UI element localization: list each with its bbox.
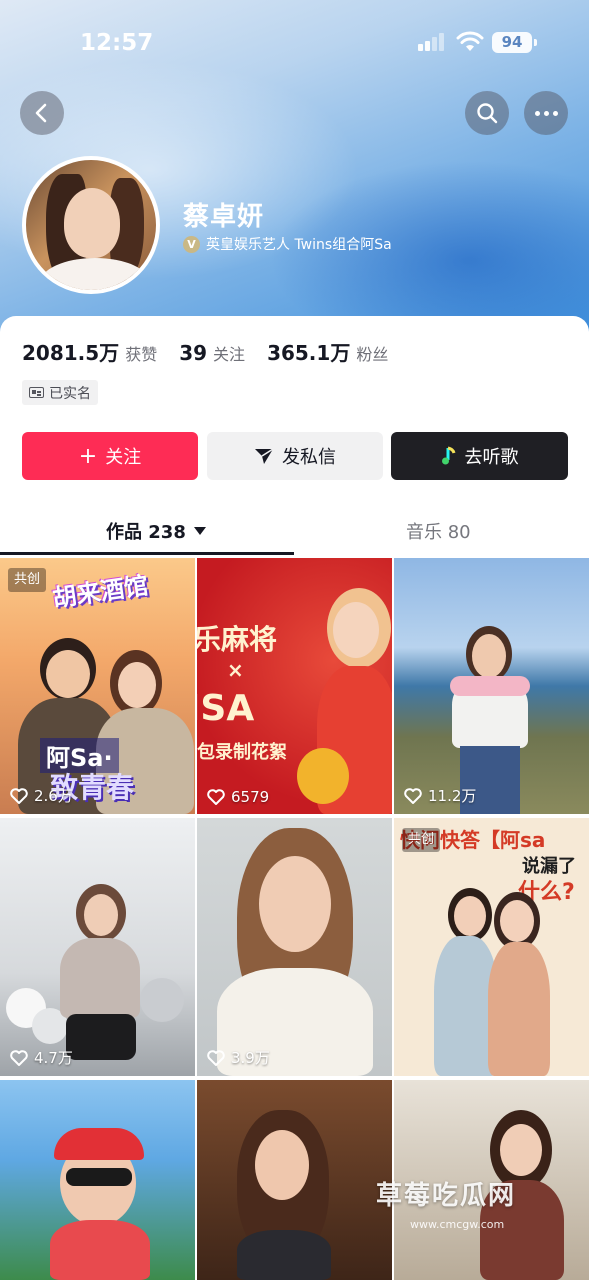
battery-indicator: 94: [492, 32, 537, 53]
video-tile[interactable]: 4.7万: [0, 818, 195, 1076]
stat-following-value: 39: [179, 341, 208, 365]
cellular-signal-icon: [418, 33, 446, 51]
music-note-icon: [441, 446, 455, 465]
search-button[interactable]: [465, 91, 509, 135]
watermark-url: www.cmcgw.com: [410, 1218, 505, 1231]
caret-down-icon[interactable]: [193, 527, 206, 535]
realname-text: 已实名: [49, 385, 91, 402]
heart-icon: [10, 1049, 28, 1066]
heart-icon: [404, 787, 422, 804]
co-create-tag: 共创: [402, 828, 441, 852]
stat-followers[interactable]: 365.1万 粉丝: [267, 337, 388, 366]
video-likes-count: 2.6万: [34, 787, 73, 805]
stat-following-label: 关注: [213, 345, 246, 364]
video-caption: ×: [227, 658, 244, 682]
video-tile[interactable]: 快问快答【阿sa 说漏了 什么? 共创: [394, 818, 589, 1076]
video-caption: ISA: [197, 688, 255, 729]
profile-name: 蔡卓妍: [183, 202, 265, 232]
stat-likes-label: 获赞: [125, 345, 158, 364]
video-likes-count: 3.9万: [231, 1049, 270, 1067]
video-tile[interactable]: 11.2万: [394, 558, 589, 814]
video-title-top: 胡来酒馆: [50, 571, 150, 613]
video-tile[interactable]: [0, 1080, 195, 1280]
follow-button[interactable]: + 关注: [22, 432, 198, 480]
stat-likes[interactable]: 2081.5万 获赞: [22, 337, 157, 366]
stat-likes-value: 2081.5万: [22, 341, 120, 365]
status-bar: 12:57 94: [0, 0, 589, 88]
video-tile[interactable]: [197, 1080, 392, 1280]
co-create-tag: 共创: [8, 568, 47, 592]
listen-music-button[interactable]: 去听歌: [391, 432, 568, 480]
tab-music[interactable]: 音乐 80: [406, 516, 471, 546]
stat-followers-label: 粉丝: [356, 345, 389, 364]
video-caption: 包录制花絮: [197, 742, 287, 763]
realname-badge: 已实名: [22, 380, 98, 405]
verified-badge-icon: V: [183, 235, 200, 253]
avatar[interactable]: [22, 156, 160, 294]
heart-icon: [10, 787, 28, 804]
more-icon: [534, 110, 558, 116]
video-likes: 4.7万: [10, 1047, 73, 1068]
heart-icon: [207, 789, 225, 805]
video-likes: 2.6万: [10, 785, 73, 806]
plus-icon: +: [78, 443, 98, 469]
verification-line: V 英皇娱乐艺人 Twins组合阿Sa: [183, 234, 392, 254]
video-likes-count: 11.2万: [428, 787, 477, 805]
message-button[interactable]: 发私信: [207, 432, 383, 480]
video-tile[interactable]: 胡来酒馆 阿Sa· 致青春 共创 2.6万: [0, 558, 195, 814]
stat-following[interactable]: 39 关注: [179, 341, 245, 365]
video-likes-count: 4.7万: [34, 1049, 73, 1067]
video-likes-count: 6579: [231, 788, 270, 806]
id-card-icon: [29, 387, 44, 398]
video-likes: 6579: [207, 788, 269, 806]
video-likes: 11.2万: [404, 785, 476, 806]
listen-label: 去听歌: [464, 447, 519, 468]
tab-indicator: [0, 552, 294, 555]
status-time: 12:57: [80, 30, 154, 56]
wifi-icon: [456, 31, 484, 51]
follow-label: 关注: [105, 447, 142, 468]
stat-followers-value: 365.1万: [267, 341, 351, 365]
more-options-button[interactable]: [524, 91, 568, 135]
video-caption: 乐麻将: [197, 623, 278, 656]
heart-icon: [207, 1049, 225, 1066]
message-label: 发私信: [282, 447, 336, 468]
chevron-left-icon: [35, 103, 47, 123]
tab-music-label: 音乐 80: [406, 522, 471, 543]
tab-works-label: 作品 238: [106, 522, 186, 543]
stats-row: 2081.5万 获赞 39 关注 365.1万 粉丝: [22, 337, 388, 366]
back-button[interactable]: [20, 91, 64, 135]
tab-works[interactable]: 作品 238: [106, 516, 206, 546]
send-icon: [255, 448, 274, 464]
watermark-text: 草莓吃瓜网: [376, 1181, 517, 1211]
verification-text: 英皇娱乐艺人 Twins组合阿Sa: [206, 237, 392, 253]
video-likes: 3.9万: [207, 1047, 270, 1068]
search-icon: [477, 103, 498, 124]
video-tile[interactable]: 3.9万: [197, 818, 392, 1076]
video-tile[interactable]: 乐麻将 × ISA 包录制花絮 6579: [197, 558, 392, 814]
